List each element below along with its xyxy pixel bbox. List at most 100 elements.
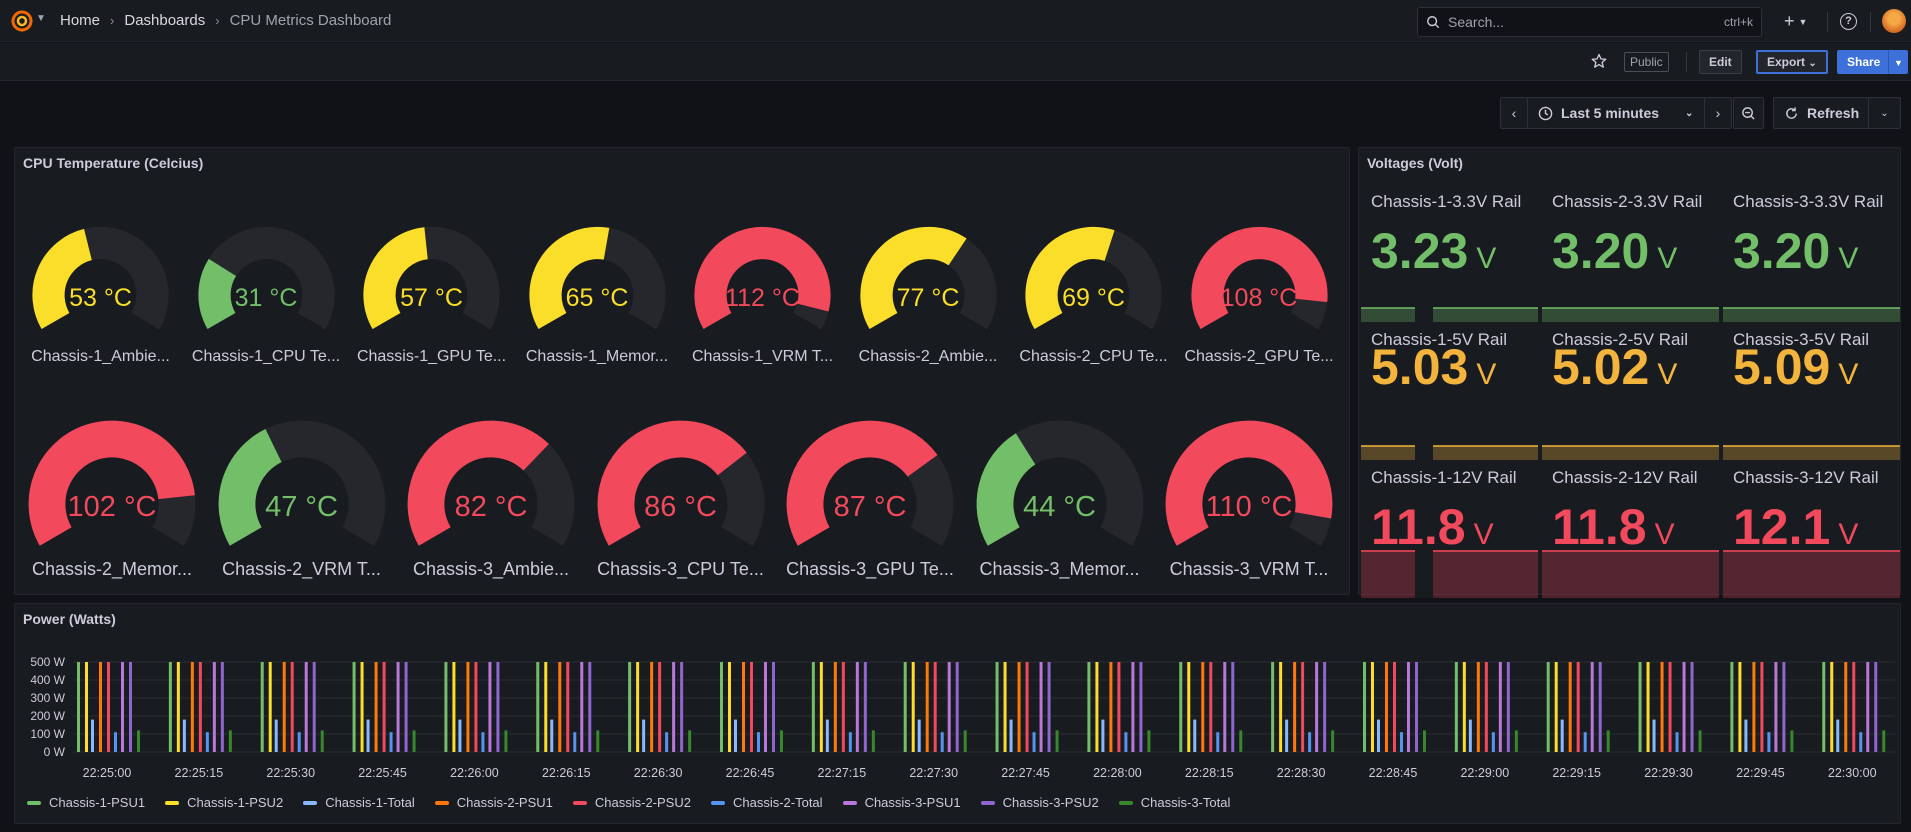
voltages-panel[interactable]: Voltages (Volt) Chassis-1-3.3V Rail 3.23 V… [1358, 147, 1901, 598]
star-icon[interactable] [1591, 53, 1607, 69]
zoom-out-button[interactable] [1733, 97, 1764, 129]
legend-item[interactable]: Chassis-2-PSU2 [572, 795, 691, 810]
power-bar [1583, 732, 1587, 752]
plus-icon: + [1784, 11, 1795, 31]
voltage-stat: Chassis-2-3.3V Rail 3.20 V [1542, 186, 1719, 322]
gauge-value: 65 °C [565, 283, 629, 312]
stat-unit: V [1654, 518, 1675, 551]
power-panel[interactable]: Power (Watts) 500 W 400 W 300 W 200 W 100 W0… [14, 603, 1901, 824]
power-bar [771, 662, 775, 752]
search-input[interactable] [1448, 14, 1724, 30]
temperature-gauge: 110 °C Chassis-3_VRM T... [1160, 418, 1338, 584]
power-bar [955, 662, 959, 752]
cpu-temperature-panel[interactable]: CPU Temperature (Celcius) 53 °C Chassis-1… [14, 147, 1350, 595]
refresh-button[interactable]: Refresh [1773, 97, 1869, 129]
share-dropdown-button[interactable]: ▼ [1888, 50, 1908, 74]
temperature-gauge: 31 °C Chassis-1_CPU Te... [189, 223, 344, 373]
legend-item[interactable]: Chassis-3-Total [1118, 795, 1230, 810]
power-bar [536, 662, 540, 752]
legend-item[interactable]: Chassis-1-PSU2 [165, 795, 283, 810]
stat-value: 11.8 V [1552, 502, 1675, 560]
power-bar [274, 719, 278, 752]
legend-item[interactable]: Chassis-3-PSU2 [980, 795, 1099, 810]
power-bar [1147, 730, 1151, 752]
power-bar [458, 719, 462, 752]
power-bar [1376, 719, 1380, 752]
power-bar [588, 662, 592, 752]
gauge-value: 87 °C [833, 490, 907, 523]
power-bar [1491, 732, 1495, 752]
stat-sparkline [1361, 304, 1538, 322]
share-button[interactable]: Share [1837, 50, 1891, 74]
power-bar [1223, 662, 1227, 752]
power-bar [1506, 662, 1510, 752]
stat-unit: V [1838, 242, 1859, 275]
legend-item[interactable]: Chassis-1-PSU1 [27, 795, 145, 810]
gauge-label: Chassis-2_VRM T... [222, 559, 381, 579]
x-tick-label: 22:29:30 [1644, 766, 1693, 780]
power-bar [933, 662, 937, 752]
stat-value: 3.20 V [1552, 226, 1677, 284]
gauge-label: Chassis-2_Memor... [31, 559, 193, 579]
power-bar [77, 662, 80, 752]
legend-item[interactable]: Chassis-2-Total [710, 795, 823, 810]
search-box[interactable]: ctrl+k [1417, 7, 1762, 37]
power-bar [1782, 662, 1786, 752]
dashboard-toolbar: Public Edit Export ⌄ Share ▼ [0, 43, 1911, 81]
chevron-down-icon[interactable]: ▼ [36, 13, 46, 24]
power-bar [190, 662, 194, 752]
power-bar [220, 662, 224, 752]
stat-unit: V [1473, 518, 1494, 551]
export-button[interactable]: Export ⌄ [1756, 50, 1828, 74]
time-shift-back-button[interactable]: ‹ [1500, 97, 1528, 129]
y-tick-label: 0 W [44, 745, 66, 759]
power-bar [940, 732, 944, 752]
stat-unit: V [1838, 358, 1859, 391]
power-bar [1598, 662, 1602, 752]
zoom-out-icon [1742, 106, 1755, 120]
power-bar [1095, 662, 1099, 752]
chevron-left-icon: ‹ [1511, 105, 1517, 121]
help-icon[interactable]: ? [1840, 13, 1857, 30]
add-new-button[interactable]: + ▼ [1784, 11, 1807, 32]
legend-item[interactable]: Chassis-3-PSU1 [842, 795, 961, 810]
temperature-gauge: 108 °C Chassis-2_GPU Te... [1182, 223, 1337, 373]
power-bar [819, 662, 823, 752]
gauge-value: 69 °C [1062, 283, 1125, 312]
x-tick-label: 22:30:00 [1828, 766, 1877, 780]
chevron-down-icon: ⌄ [1685, 107, 1694, 119]
avatar[interactable] [1882, 9, 1906, 33]
grafana-logo-icon[interactable] [10, 9, 34, 33]
power-bar [1498, 662, 1502, 752]
legend-item[interactable]: Chassis-2-PSU1 [434, 795, 553, 810]
search-shortcut: ctrl+k [1723, 15, 1753, 29]
power-bar [1668, 662, 1672, 752]
x-tick-label: 22:26:30 [634, 766, 683, 780]
legend-label: Chassis-2-PSU2 [594, 795, 691, 810]
power-bar [763, 662, 767, 752]
power-bar [1017, 662, 1021, 752]
y-tick-label: 300 W [30, 691, 65, 705]
x-tick-label: 22:28:15 [1185, 766, 1234, 780]
edit-button[interactable]: Edit [1699, 50, 1742, 74]
power-bar [168, 662, 172, 752]
x-tick-label: 22:27:15 [818, 766, 867, 780]
time-shift-forward-button[interactable]: › [1704, 97, 1732, 129]
legend-swatch [1118, 800, 1133, 805]
power-bar [1760, 662, 1764, 752]
voltage-stat: Chassis-2-5V Rail 5.02 V [1542, 324, 1719, 460]
voltage-stat: Chassis-1-5V Rail 5.03 V [1361, 324, 1538, 460]
breadcrumb-home[interactable]: Home [60, 12, 100, 29]
x-tick-label: 22:25:30 [266, 766, 315, 780]
refresh-interval-picker[interactable]: ⌄ [1868, 97, 1901, 129]
power-bar [558, 662, 562, 752]
power-bar [1730, 662, 1734, 752]
power-bar [1323, 662, 1327, 752]
breadcrumb-dashboards[interactable]: Dashboards [124, 12, 205, 29]
time-range-picker[interactable]: Last 5 minutes ⌄ [1527, 97, 1705, 129]
x-tick-label: 22:29:15 [1552, 766, 1601, 780]
legend-item[interactable]: Chassis-1-Total [303, 795, 415, 810]
power-bar [268, 662, 272, 752]
power-bar [903, 662, 907, 752]
stat-value: 3.20 V [1733, 226, 1858, 284]
